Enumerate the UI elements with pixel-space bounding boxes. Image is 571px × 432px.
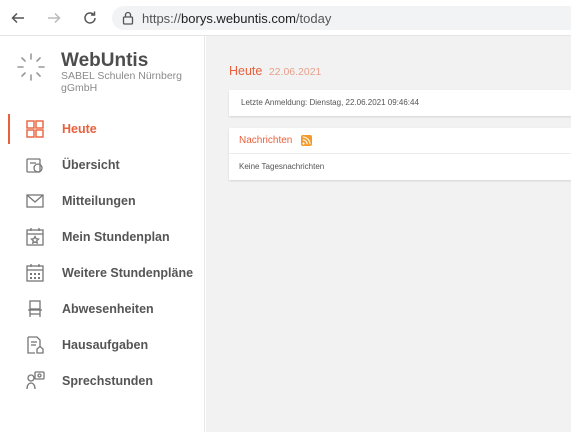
browser-toolbar: https://borys.webuntis.com/today (0, 0, 571, 36)
envelope-icon (26, 194, 44, 208)
address-bar[interactable]: https://borys.webuntis.com/today (112, 6, 571, 30)
sidebar-item-label: Mitteilungen (62, 194, 136, 208)
sidebar: WebUntis SABEL Schulen Nürnberg gGmbH He… (0, 36, 205, 432)
sidebar-item-mitteilungen[interactable]: Mitteilungen (0, 183, 205, 219)
page-title-text: Heute (229, 64, 263, 78)
calendar-grid-icon (26, 264, 44, 282)
url-text: https://borys.webuntis.com/today (142, 11, 332, 26)
sidebar-item-weitere-stundenplaene[interactable]: Weitere Stundenpläne (0, 255, 205, 291)
reload-icon (84, 11, 96, 24)
page-title: Heute 22.06.2021 (229, 64, 321, 78)
sidebar-item-uebersicht[interactable]: Übersicht (0, 147, 205, 183)
last-login-text: Letzte Anmeldung: Dienstag, 22.06.2021 0… (241, 98, 419, 107)
overview-icon (26, 158, 43, 173)
lock-icon (122, 11, 134, 25)
page-date: 22.06.2021 (268, 66, 322, 78)
sidebar-item-label: Weitere Stundenpläne (62, 266, 194, 280)
rss-icon[interactable] (301, 135, 312, 146)
brand-name: WebUntis (61, 50, 149, 71)
sidebar-item-label: Heute (62, 122, 97, 136)
chair-icon (28, 300, 42, 317)
news-card: Nachrichten Keine Tagesnachrichten (229, 128, 571, 180)
last-login-card: Letzte Anmeldung: Dienstag, 22.06.2021 0… (229, 90, 571, 116)
sidebar-item-hausaufgaben[interactable]: Hausaufgaben (0, 327, 205, 363)
forward-button[interactable] (42, 6, 66, 30)
sidebar-item-heute[interactable]: Heute (0, 111, 205, 147)
consultation-icon (26, 371, 45, 390)
sidebar-menu: Heute Übersicht Mitteilungen Mein Stunde… (0, 111, 205, 399)
sidebar-item-label: Sprechstunden (62, 374, 153, 388)
sidebar-item-sprechstunden[interactable]: Sprechstunden (0, 363, 205, 399)
sidebar-item-abwesenheiten[interactable]: Abwesenheiten (0, 291, 205, 327)
calendar-star-icon (26, 228, 44, 246)
school-name: SABEL Schulen Nürnberg gGmbH (61, 70, 183, 94)
back-button[interactable] (6, 6, 30, 30)
sidebar-item-mein-stundenplan[interactable]: Mein Stundenplan (0, 219, 205, 255)
arrow-right-icon (48, 12, 61, 24)
sidebar-item-label: Abwesenheiten (62, 302, 154, 316)
sidebar-item-label: Übersicht (62, 158, 120, 172)
homework-icon (27, 336, 44, 354)
reload-button[interactable] (78, 6, 102, 30)
main-content: Heute 22.06.2021 Letzte Anmeldung: Diens… (206, 36, 571, 432)
webuntis-logo-icon (17, 53, 45, 81)
dashboard-icon (26, 120, 44, 138)
news-title: Nachrichten (239, 135, 293, 146)
arrow-left-icon (11, 12, 24, 24)
sidebar-item-label: Mein Stundenplan (62, 230, 170, 244)
news-card-header: Nachrichten (229, 128, 571, 154)
sidebar-item-label: Hausaufgaben (62, 338, 149, 352)
news-empty-text: Keine Tagesnachrichten (239, 162, 325, 171)
